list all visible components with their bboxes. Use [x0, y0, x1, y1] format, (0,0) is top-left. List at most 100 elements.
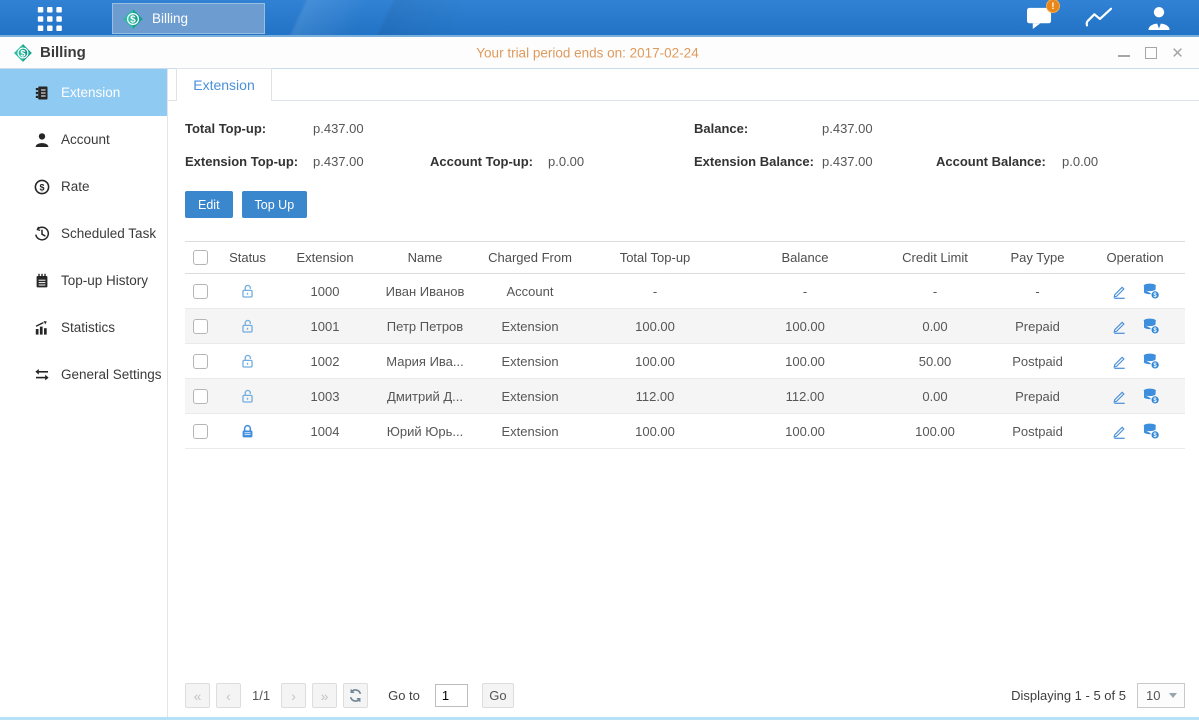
sidebar-item-extension[interactable]: Extension [0, 69, 167, 116]
cell-operation: $ [1085, 379, 1185, 414]
cell-total-topup: - [580, 274, 730, 309]
first-page-button[interactable]: « [185, 683, 210, 708]
refresh-button[interactable] [343, 683, 368, 708]
minimize-icon[interactable] [1116, 46, 1131, 61]
sidebar-item-rate[interactable]: $Rate [0, 163, 167, 210]
goto-page-input[interactable] [435, 684, 468, 707]
statistics-chart-icon[interactable] [1084, 6, 1114, 30]
window-title-bar: $ Billing Your trial period ends on: 201… [0, 37, 1199, 69]
lock-open-icon [239, 318, 256, 335]
goto-label: Go to [388, 688, 420, 703]
table-row: 1003Дмитрий Д...Extension112.00112.000.0… [185, 379, 1185, 414]
row-select-cell [185, 274, 215, 309]
edit-icon[interactable] [1111, 318, 1128, 335]
operation-icons: $ [1085, 282, 1185, 300]
edit-icon[interactable] [1111, 283, 1128, 300]
maximize-icon[interactable] [1143, 46, 1158, 61]
sidebar-item-label: General Settings [61, 367, 162, 382]
table-row: 1001Петр ПетровExtension100.00100.000.00… [185, 309, 1185, 344]
row-checkbox[interactable] [193, 424, 208, 439]
select-all-checkbox[interactable] [193, 250, 208, 265]
column-header-operation: Operation [1085, 242, 1185, 274]
top-up-button[interactable]: Top Up [242, 191, 308, 218]
app-tab-label: Billing [152, 11, 188, 26]
operation-icons: $ [1085, 422, 1185, 440]
sliders-icon [33, 366, 50, 383]
cell-operation: $ [1085, 274, 1185, 309]
cell-balance: 100.00 [730, 344, 880, 379]
cell-status [215, 414, 280, 449]
account-balance-label: Account Balance: [936, 154, 1062, 169]
apps-grid-icon[interactable] [36, 7, 68, 31]
lock-open-icon [239, 283, 256, 300]
cell-charged-from: Extension [480, 309, 580, 344]
operation-icons: $ [1085, 317, 1185, 335]
next-page-button[interactable]: › [281, 683, 306, 708]
cell-balance: 100.00 [730, 309, 880, 344]
account-topup-label: Account Top-up: [430, 154, 548, 169]
cell-operation: $ [1085, 344, 1185, 379]
lock-open-icon [239, 388, 256, 405]
edit-icon[interactable] [1111, 388, 1128, 405]
cell-credit-limit: 50.00 [880, 344, 990, 379]
sidebar-item-statistics[interactable]: Statistics [0, 304, 167, 351]
window-title: Billing [40, 44, 86, 61]
sidebar-item-label: Rate [61, 179, 90, 194]
edit-icon[interactable] [1111, 423, 1128, 440]
top-up-icon[interactable]: $ [1142, 387, 1160, 405]
prev-page-button[interactable]: ‹ [216, 683, 241, 708]
cell-credit-limit: 100.00 [880, 414, 990, 449]
extension-balance-label: Extension Balance: [694, 154, 822, 169]
row-checkbox[interactable] [193, 354, 208, 369]
window-title-group: $ Billing [13, 43, 86, 63]
row-checkbox[interactable] [193, 389, 208, 404]
column-header-name: Name [370, 242, 480, 274]
row-select-cell [185, 379, 215, 414]
cell-balance: 100.00 [730, 414, 880, 449]
sidebar-nav: ExtensionAccount$RateScheduled TaskTop-u… [0, 69, 168, 719]
top-up-icon[interactable]: $ [1142, 422, 1160, 440]
table-body: 1000Иван ИвановAccount----$1001Петр Петр… [185, 274, 1185, 449]
cell-name: Петр Петров [370, 309, 480, 344]
cell-charged-from: Account [480, 274, 580, 309]
billing-app-window: $ Billing ! [0, 0, 1199, 720]
page-size-select[interactable]: 10 [1137, 683, 1185, 708]
sidebar-item-general-settings[interactable]: General Settings [0, 351, 167, 398]
cell-extension: 1000 [280, 274, 370, 309]
top-app-bar: $ Billing ! [0, 0, 1199, 37]
cell-extension: 1002 [280, 344, 370, 379]
user-icon[interactable] [1144, 5, 1174, 30]
select-all-cell [185, 242, 215, 274]
tab-extension[interactable]: Extension [176, 68, 272, 101]
top-up-icon[interactable]: $ [1142, 352, 1160, 370]
cell-name: Иван Иванов [370, 274, 480, 309]
svg-text:$: $ [130, 14, 136, 25]
cell-name: Юрий Юрь... [370, 414, 480, 449]
tab-strip: Extension [168, 69, 1199, 101]
person-icon [33, 131, 50, 148]
column-header-total-top-up: Total Top-up [580, 242, 730, 274]
table-row: 1000Иван ИвановAccount----$ [185, 274, 1185, 309]
row-checkbox[interactable] [193, 319, 208, 334]
sidebar-item-account[interactable]: Account [0, 116, 167, 163]
app-tab-billing[interactable]: $ Billing [112, 3, 265, 34]
cell-operation: $ [1085, 414, 1185, 449]
edit-button[interactable]: Edit [185, 191, 233, 218]
close-icon[interactable] [1170, 46, 1185, 61]
cell-credit-limit: 0.00 [880, 379, 990, 414]
cell-total-topup: 112.00 [580, 379, 730, 414]
top-up-icon[interactable]: $ [1142, 282, 1160, 300]
sidebar-item-scheduled-task[interactable]: Scheduled Task [0, 210, 167, 257]
sidebar-item-top-up-history[interactable]: Top-up History [0, 257, 167, 304]
cell-status [215, 344, 280, 379]
messages-icon[interactable]: ! [1024, 5, 1054, 30]
go-button[interactable]: Go [482, 683, 514, 708]
row-checkbox[interactable] [193, 284, 208, 299]
top-up-icon[interactable]: $ [1142, 317, 1160, 335]
last-page-button[interactable]: » [312, 683, 337, 708]
operation-icons: $ [1085, 352, 1185, 370]
edit-icon[interactable] [1111, 353, 1128, 370]
chevron-down-icon [1169, 693, 1177, 698]
pager-right: Displaying 1 - 5 of 5 10 [1011, 683, 1185, 708]
table-header-row: StatusExtensionNameCharged FromTotal Top… [185, 242, 1185, 274]
